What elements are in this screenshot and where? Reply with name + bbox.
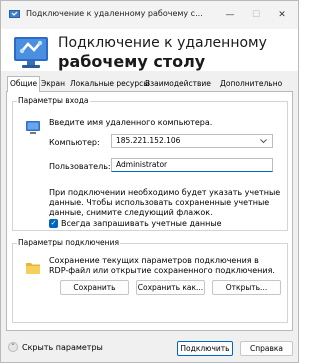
open-button[interactable]: Открыть... <box>212 280 281 295</box>
minimize-icon: — <box>225 10 235 20</box>
credentials-note-line2: данные. Чтобы использовать сохраненные у… <box>49 198 270 207</box>
save-as-button[interactable]: Сохранить как... <box>136 280 205 295</box>
credentials-note-line1: При подключении необходимо будет указать… <box>49 188 281 197</box>
tab-display[interactable]: Экран <box>39 78 67 91</box>
user-label: Пользователь: <box>49 162 111 171</box>
rdp-window: Подключение к удаленному рабочему с... —… <box>0 0 299 363</box>
connection-settings-group: Параметры подключения Сохранение текущих… <box>12 238 288 323</box>
user-name-value: Administrator <box>116 160 168 169</box>
tab-advanced[interactable]: Дополнительно <box>218 78 284 91</box>
always-ask-label[interactable]: Всегда запрашивать учетные данные <box>61 219 222 228</box>
login-intro-text: Введите имя удаленного компьютера. <box>49 118 213 127</box>
banner-title-line1: Подключение к удаленному <box>58 35 267 51</box>
connection-settings-title: Параметры подключения <box>17 238 120 247</box>
computer-value: 185.221.152.106 <box>116 136 181 145</box>
credentials-note-line3: данные, снимите следующий флажок. <box>49 208 213 217</box>
chevron-up-icon: ˄ <box>8 342 18 352</box>
computer-icon <box>26 121 40 134</box>
connection-desc-line1: Сохранение текущих параметров подключени… <box>49 256 259 265</box>
minimize-button[interactable]: — <box>219 5 241 25</box>
user-name-field[interactable]: Administrator <box>111 158 273 172</box>
tab-local-resources[interactable]: Локальные ресурсы <box>68 78 151 91</box>
connection-desc-line2: RDP-файл или открытие сохраненного подкл… <box>49 266 275 275</box>
always-ask-checkbox[interactable]: ✓ <box>49 219 58 228</box>
tab-panel-general: Параметры входа Введите имя удаленного к… <box>6 91 293 331</box>
remote-desktop-icon <box>9 10 20 18</box>
chevron-down-icon[interactable] <box>260 139 267 144</box>
maximize-icon: ☐ <box>251 10 261 20</box>
header-banner: Подключение к удаленному рабочему столу <box>1 29 298 71</box>
computer-combobox[interactable]: 185.221.152.106 <box>111 134 273 148</box>
remote-desktop-logo-icon <box>14 37 48 68</box>
save-button[interactable]: Сохранить <box>60 280 129 295</box>
hide-options-label: Скрыть параметры <box>22 342 103 352</box>
help-button[interactable]: Справка <box>240 341 293 356</box>
folder-icon <box>26 263 40 274</box>
maximize-button[interactable]: ☐ <box>245 5 267 25</box>
close-button[interactable]: ✕ <box>271 5 293 25</box>
tab-general[interactable]: Общие <box>7 76 41 92</box>
banner-title-line2: рабочему столу <box>58 52 206 71</box>
hide-options-toggle[interactable]: ˄ Скрыть параметры <box>8 342 103 352</box>
computer-label: Компьютер: <box>49 138 100 147</box>
connect-button[interactable]: Подключить <box>177 341 233 356</box>
tab-experience[interactable]: Взаимодействие <box>143 78 213 91</box>
window-title: Подключение к удаленному рабочему с... <box>26 9 203 18</box>
login-settings-title: Параметры входа <box>17 96 90 105</box>
login-settings-group: Параметры входа Введите имя удаленного к… <box>12 96 288 231</box>
close-icon: ✕ <box>278 10 286 20</box>
checkmark-icon: ✓ <box>50 219 57 227</box>
title-bar[interactable]: Подключение к удаленному рабочему с... —… <box>1 1 298 29</box>
